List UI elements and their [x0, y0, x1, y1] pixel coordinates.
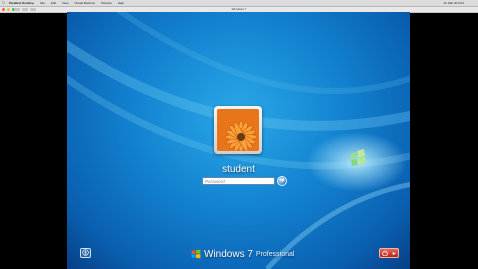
menu-list: Parallels Desktop File Edit View Virtual… [9, 0, 124, 6]
username-label: student [222, 164, 255, 175]
shutdown-button[interactable]: ▸ [379, 248, 399, 258]
submit-arrow-button[interactable]: ➜ [277, 176, 287, 186]
windows-branding: Windows 7 Professional [191, 248, 294, 260]
shutdown-options-arrow-icon[interactable]: ▸ [393, 250, 396, 257]
menu-window[interactable]: Window [101, 0, 112, 6]
avatar [217, 109, 259, 151]
menu-help[interactable]: Help [118, 0, 124, 6]
password-input[interactable] [202, 177, 275, 185]
flower-avatar-icon [217, 109, 259, 151]
user-avatar-frame[interactable] [214, 106, 262, 154]
ease-of-access-button[interactable] [80, 248, 91, 258]
windows-logo-icon [191, 249, 201, 259]
vm-screen: student ➜ Windows 7 Professional ▸ [67, 12, 410, 269]
menu-virtual-machine[interactable]: Virtual Machine [74, 0, 95, 6]
menu-app-name[interactable]: Parallels Desktop [9, 0, 34, 6]
power-icon [382, 250, 389, 256]
brand-name: Windows 7 [204, 248, 253, 260]
brand-edition: Professional [255, 250, 295, 258]
menu-edit[interactable]: Edit [51, 0, 56, 6]
menu-clock[interactable]: Fri Mar 30 9:01 [444, 0, 464, 6]
ease-of-access-icon [82, 249, 89, 256]
apple-menu-icon[interactable]:  [2, 0, 5, 6]
menu-file[interactable]: File [40, 0, 45, 6]
mac-menu-bar:  Parallels Desktop File Edit View Virtu… [0, 0, 478, 7]
menu-view[interactable]: View [62, 0, 68, 6]
